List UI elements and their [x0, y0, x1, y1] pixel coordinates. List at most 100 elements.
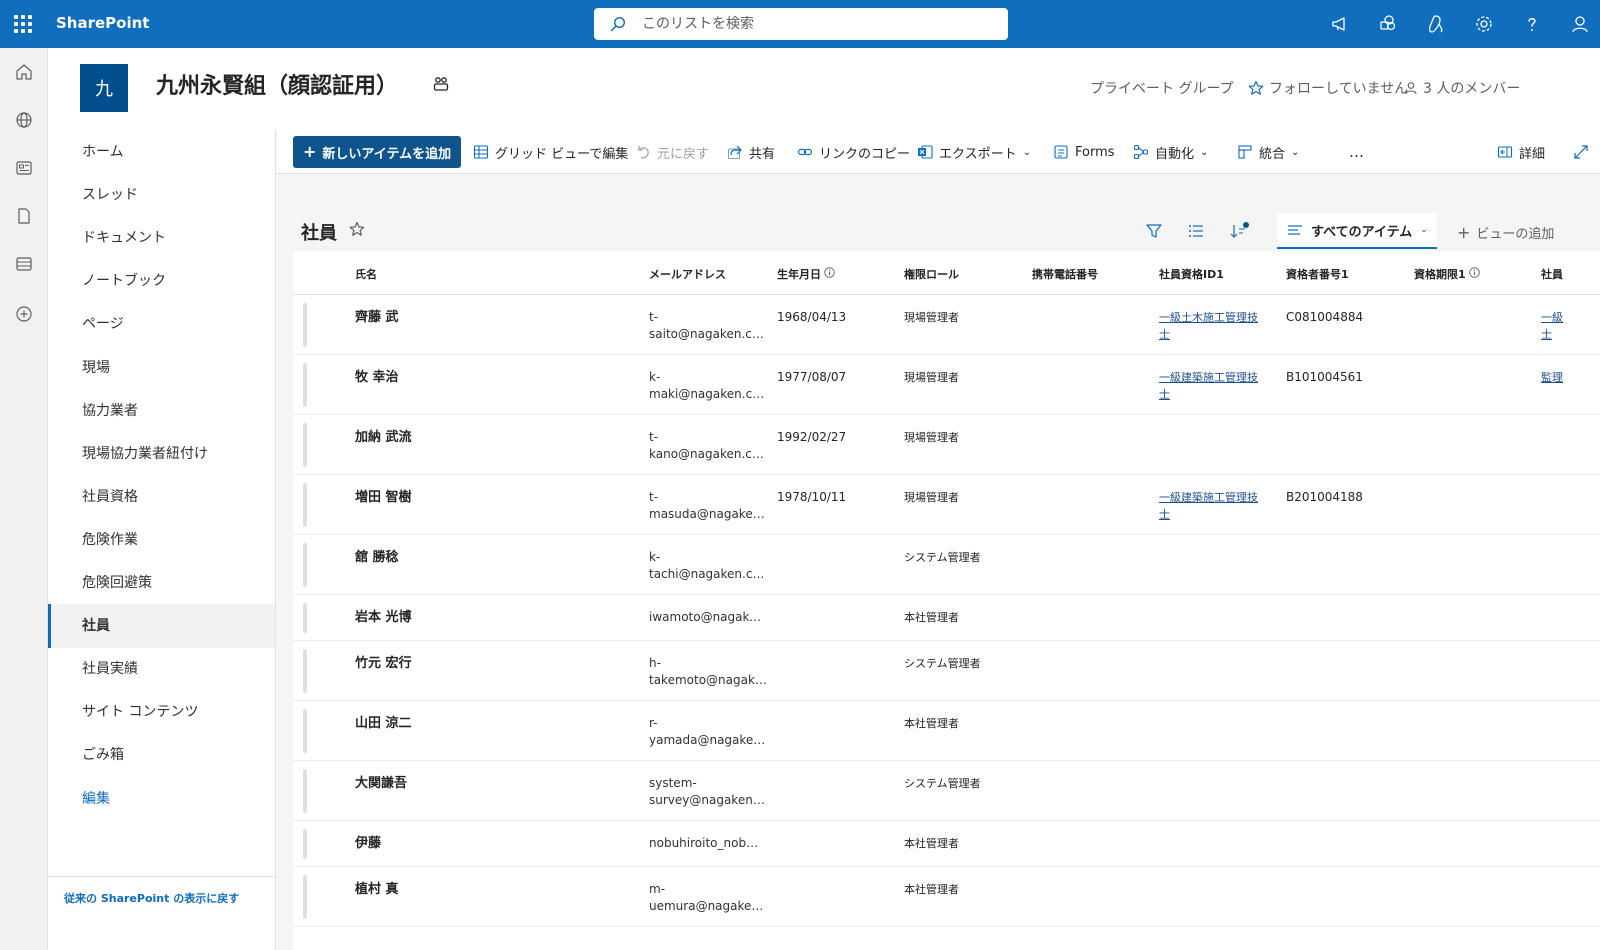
extra-qualification-link[interactable]: 一級士	[1541, 309, 1581, 343]
qualification-link[interactable]: 一級土木施工管理技士	[1159, 309, 1269, 343]
undo-button[interactable]: 元に戻す	[635, 138, 709, 166]
employee-name[interactable]: 加納 武流	[355, 429, 412, 446]
column-header[interactable]: 資格期限1	[1414, 266, 1480, 282]
share-button[interactable]: 共有	[727, 138, 775, 166]
sort-icon[interactable]	[1229, 215, 1249, 247]
nav-item[interactable]: 現場	[48, 346, 275, 390]
qualification-link[interactable]	[1159, 609, 1269, 626]
employee-name[interactable]: 岩本 光博	[355, 609, 412, 626]
megaphone-icon[interactable]	[1328, 12, 1352, 36]
employee-name[interactable]: 舘 勝稔	[355, 549, 399, 566]
favorite-star-icon[interactable]	[349, 221, 365, 241]
employee-name[interactable]: 山田 涼二	[355, 715, 412, 732]
extra-qualification-link[interactable]	[1541, 429, 1581, 446]
nav-item[interactable]: 協力業者	[48, 389, 275, 433]
employee-name[interactable]: 伊藤	[355, 835, 381, 852]
table-row[interactable]: 舘 勝稔 k-tachi@nagaken.c… システム管理者	[293, 535, 1600, 595]
forms-button[interactable]: Forms	[1053, 138, 1115, 166]
row-selector[interactable]	[303, 875, 307, 919]
help-icon[interactable]	[1520, 12, 1544, 36]
view-options-icon[interactable]	[1187, 215, 1205, 247]
search-box[interactable]	[594, 8, 1008, 40]
employee-name[interactable]: 大関謙吾	[355, 775, 407, 792]
brand-link[interactable]: SharePoint	[56, 14, 149, 32]
table-row[interactable]: 増田 智樹 t-masuda@nagake… 1978/10/11 現場管理者 一級建築…	[293, 475, 1600, 535]
row-selector[interactable]	[303, 363, 307, 407]
add-view-button[interactable]: + ビューの追加	[1457, 223, 1554, 242]
column-header[interactable]: 社員資格ID1	[1159, 266, 1224, 282]
home-icon[interactable]	[12, 60, 36, 84]
lists-icon[interactable]	[12, 252, 36, 276]
table-row[interactable]: 牧 幸治 k-maki@nagaken.com 1977/08/07 現場管理者 一級建…	[293, 355, 1600, 415]
row-selector[interactable]	[303, 423, 307, 467]
table-row[interactable]: 齊藤 武 t-saito@nagaken.c… 1968/04/13 現場管理者 一級土…	[293, 295, 1600, 355]
more-commands-button[interactable]: …	[1349, 138, 1365, 166]
qualification-link[interactable]	[1159, 655, 1269, 672]
filter-icon[interactable]	[1145, 215, 1163, 247]
row-selector[interactable]	[303, 829, 307, 859]
qualification-link[interactable]	[1159, 775, 1269, 792]
expand-icon[interactable]	[1573, 138, 1589, 166]
details-button[interactable]: 詳細	[1497, 138, 1545, 166]
nav-item[interactable]: 危険回避策	[48, 561, 275, 605]
row-selector[interactable]	[303, 303, 307, 347]
qualification-link[interactable]: 一級建築施工管理技士	[1159, 369, 1269, 403]
extra-qualification-link[interactable]	[1541, 489, 1581, 506]
copilot-icon[interactable]	[1424, 12, 1448, 36]
nav-item[interactable]: 社員	[48, 604, 275, 649]
qualification-link[interactable]	[1159, 881, 1269, 898]
create-icon[interactable]	[12, 302, 36, 326]
site-title[interactable]: 九州永賢組（顔認証用）	[156, 68, 398, 100]
document-icon[interactable]	[12, 204, 36, 228]
extra-qualification-link[interactable]	[1541, 655, 1581, 672]
qualification-link[interactable]	[1159, 715, 1269, 732]
news-icon[interactable]	[12, 156, 36, 180]
info-icon[interactable]	[824, 267, 835, 281]
nav-item[interactable]: ページ	[48, 302, 275, 346]
row-selector[interactable]	[303, 769, 307, 813]
nav-item[interactable]: 社員実績	[48, 647, 275, 691]
table-row[interactable]: 岩本 光博 iwamoto@nagake… 本社管理者	[293, 595, 1600, 641]
row-selector[interactable]	[303, 543, 307, 587]
copy-link-button[interactable]: リンクのコピー	[797, 138, 910, 166]
members-button[interactable]: 3 人のメンバー	[1404, 78, 1520, 98]
row-selector[interactable]	[303, 603, 307, 633]
row-selector[interactable]	[303, 483, 307, 527]
automate-button[interactable]: 自動化 ⌄	[1133, 138, 1208, 166]
table-row[interactable]: 竹元 宏行 h-takemoto@nagak… システム管理者	[293, 641, 1600, 701]
globe-icon[interactable]	[12, 108, 36, 132]
column-header[interactable]: 氏名	[355, 266, 377, 282]
teams-icon[interactable]	[432, 75, 450, 97]
nav-item[interactable]: サイト コンテンツ	[48, 690, 275, 734]
table-row[interactable]: 植村 真 m-uemura@nagaken… 本社管理者	[293, 867, 1600, 927]
settings-icon[interactable]	[1472, 12, 1496, 36]
extra-qualification-link[interactable]	[1541, 775, 1581, 792]
employee-name[interactable]: 植村 真	[355, 881, 399, 898]
nav-item[interactable]: ドキュメント	[48, 216, 275, 260]
extra-qualification-link[interactable]	[1541, 609, 1581, 626]
row-selector[interactable]	[303, 649, 307, 693]
export-button[interactable]: エクスポート ⌄	[917, 138, 1031, 166]
column-header[interactable]: 携帯電話番号	[1032, 266, 1098, 282]
app-launcher-icon[interactable]	[12, 13, 34, 35]
nav-item[interactable]: ごみ箱	[48, 733, 275, 777]
column-header[interactable]: メールアドレス	[649, 266, 726, 282]
employee-name[interactable]: 牧 幸治	[355, 369, 399, 386]
employee-name[interactable]: 齊藤 武	[355, 309, 399, 326]
integrate-button[interactable]: 統合 ⌄	[1237, 138, 1299, 166]
nav-item[interactable]: 危険作業	[48, 518, 275, 562]
employee-name[interactable]: 増田 智樹	[355, 489, 412, 506]
column-header[interactable]: 資格者番号1	[1286, 266, 1349, 282]
table-row[interactable]: 伊藤 nobuhiroito_nob… 本社管理者	[293, 821, 1600, 867]
search-input[interactable]	[642, 13, 992, 35]
extra-qualification-link[interactable]	[1541, 715, 1581, 732]
extra-qualification-link[interactable]	[1541, 881, 1581, 898]
qualification-link[interactable]	[1159, 549, 1269, 566]
grid-edit-button[interactable]: グリッド ビューで編集	[473, 138, 628, 166]
extra-qualification-link[interactable]: 監理	[1541, 369, 1581, 386]
follow-button[interactable]: フォローしていません	[1248, 78, 1408, 98]
info-icon[interactable]	[1468, 267, 1480, 281]
nav-item[interactable]: 社員資格	[48, 475, 275, 519]
nav-item[interactable]: スレッド	[48, 173, 275, 217]
table-row[interactable]: 大関謙吾 system-survey@nagaken.… システム管理者	[293, 761, 1600, 821]
